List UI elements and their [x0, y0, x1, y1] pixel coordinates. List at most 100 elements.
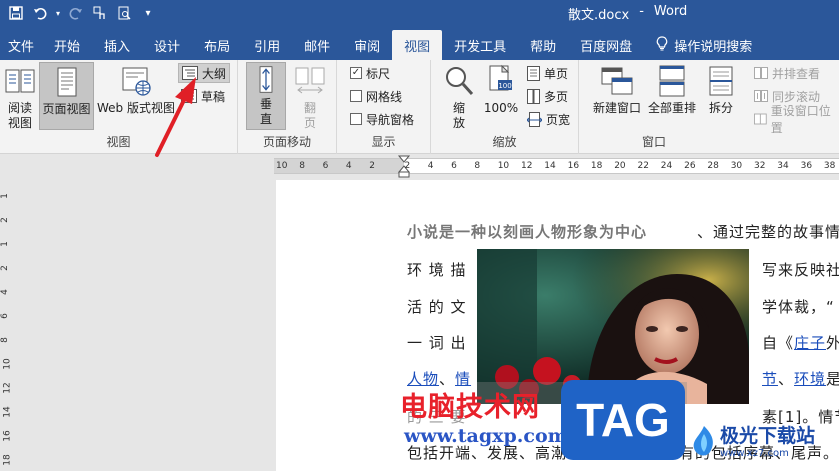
gridlines-check-box: [350, 90, 362, 102]
ruler-tick-label: 20: [614, 161, 626, 171]
ruler-tick-label: 12: [521, 161, 533, 171]
jiguang-name: 极光下载站: [720, 425, 816, 447]
doc-line-5-right: 节、环境是: [762, 368, 839, 389]
ruler-tick-label: 8: [299, 161, 306, 171]
new-window-button[interactable]: 新建窗口: [591, 62, 643, 118]
undo-dropdown-icon[interactable]: ▾: [54, 3, 62, 23]
vertical-ruler-tick-label: 1: [0, 241, 10, 247]
tab-review[interactable]: 审阅: [342, 30, 392, 60]
tab-developer[interactable]: 开发工具: [442, 30, 518, 60]
ribbon: 阅读 视图 页面视图 Web 版式视图 大纲 草稿 视图 垂 直 翻 页 页面移…: [0, 60, 839, 154]
jiguang-url: www.xz7.com: [720, 448, 789, 459]
zhuangzi-link[interactable]: 庄子: [794, 334, 826, 352]
vertical-ruler-tick-label: 18: [2, 454, 13, 466]
show-group: ✓ 标尺 网格线 导航窗格 显示: [337, 60, 431, 154]
tab-help[interactable]: 帮助: [518, 30, 568, 60]
jiguang-watermark: 极光下载站 www.xz7.com: [690, 418, 835, 468]
zoom-100-icon: 100: [489, 64, 512, 91]
arrange-all-button[interactable]: 全部重排: [646, 62, 698, 118]
draft-button[interactable]: 草稿: [178, 86, 228, 106]
zoom-100-button[interactable]: 100 100%: [481, 62, 521, 118]
jiguang-logo-icon: [693, 426, 713, 456]
one-page-icon: [527, 65, 540, 81]
huanjing-link[interactable]: 环境: [794, 370, 826, 388]
lightbulb-icon: [656, 35, 668, 55]
touch-mode-icon[interactable]: [90, 3, 110, 23]
vertical-ruler-tick-label: 12: [2, 382, 13, 394]
ruler-tick-label: 32: [754, 161, 766, 171]
outline-button[interactable]: 大纲: [178, 63, 230, 83]
read-mode-label-2: 视图: [7, 116, 32, 130]
ruler-check-mark: ✓: [350, 67, 362, 79]
vertical-button[interactable]: 垂 直: [246, 62, 286, 130]
vertical-ruler-tick-label: 6: [0, 313, 10, 319]
reset-window-position-button[interactable]: 重设窗口位置: [751, 104, 839, 135]
tab-mailings[interactable]: 邮件: [292, 30, 342, 60]
page-width-button[interactable]: 页宽: [524, 109, 573, 129]
vertical-ruler-tick-label: 8: [0, 337, 10, 343]
tab-design[interactable]: 设计: [142, 30, 192, 60]
web-layout-label: Web 版式视图: [97, 101, 175, 115]
zoom-label-1: 缩: [452, 101, 465, 115]
tab-references[interactable]: 引用: [242, 30, 292, 60]
view-side-by-side-button[interactable]: 并排查看: [751, 63, 823, 83]
vertical-ruler-tick-label: 4: [0, 289, 10, 295]
one-page-label: 单页: [544, 66, 569, 81]
doc-line-2-right: 写来反映社: [762, 261, 839, 279]
ruler-tick-label: 6: [451, 161, 457, 171]
split-button[interactable]: 拆分: [701, 62, 741, 118]
multiple-pages-button[interactable]: 多页: [524, 86, 571, 106]
outline-icon: [182, 66, 198, 80]
draft-label: 草稿: [201, 89, 226, 104]
vertical-ruler-tick-label: 1: [0, 193, 10, 199]
web-layout-icon: [122, 67, 151, 96]
print-layout-button[interactable]: 页面视图: [39, 62, 94, 130]
vertical-ruler[interactable]: 1 2 1 2 4 6 8 10 12 14 16 18: [0, 177, 16, 471]
ribbon-tabs: 文件 开始 插入 设计 布局 引用 邮件 审阅 视图 开发工具 帮助 百度网盘 …: [0, 26, 839, 60]
reset-position-label: 重设窗口位置: [770, 104, 831, 135]
vertical-scroll-icon: [259, 66, 273, 93]
gridlines-checkbox[interactable]: 网格线: [347, 86, 405, 106]
undo-icon[interactable]: [30, 3, 50, 23]
print-preview-icon[interactable]: [114, 3, 134, 23]
read-mode-label-1: 阅读: [7, 101, 32, 115]
tell-me-search[interactable]: 操作说明搜索: [644, 30, 764, 60]
side-by-side-label: 并排查看: [772, 66, 821, 81]
navigation-pane-checkbox[interactable]: 导航窗格: [347, 109, 417, 129]
multiple-pages-icon: [527, 88, 540, 104]
ruler-tick-label: 28: [707, 161, 719, 171]
doc-line-4-left: 一 词 出: [407, 334, 467, 352]
jie-link[interactable]: 节: [762, 370, 778, 388]
window-title: 散文.docx - Word: [568, 4, 687, 23]
zoom-label-2: 放: [452, 116, 465, 130]
vertical-label-2: 直: [259, 112, 272, 126]
save-icon[interactable]: [6, 3, 26, 23]
tab-home[interactable]: 开始: [42, 30, 92, 60]
zoom-button[interactable]: 缩 放: [439, 62, 479, 133]
arrange-all-label: 全部重排: [648, 101, 697, 115]
window-group-label: 窗口: [641, 135, 666, 149]
doc-line-5-right-rest: 是: [826, 370, 839, 388]
tab-layout[interactable]: 布局: [192, 30, 242, 60]
tab-view[interactable]: 视图: [392, 30, 443, 60]
horizontal-ruler[interactable]: 10 8 6 4 2 2 4 6 8 10 12 14 16 18 20 22 24 26 28 30 32 34 36 38: [0, 155, 839, 178]
ruler-tick-label: 34: [777, 161, 789, 171]
read-mode-button[interactable]: 阅读 视图: [2, 62, 38, 133]
side-to-side-label-2: 页: [303, 116, 316, 130]
tab-baidu-netdisk[interactable]: 百度网盘: [568, 30, 644, 60]
customize-qat-icon[interactable]: ▾: [138, 3, 158, 23]
split-icon: [709, 66, 733, 96]
ruler-tick-label: 10: [497, 161, 510, 171]
redo-icon[interactable]: [66, 3, 86, 23]
tab-insert[interactable]: 插入: [92, 30, 142, 60]
one-page-button[interactable]: 单页: [524, 63, 571, 83]
tab-file[interactable]: 文件: [0, 30, 42, 60]
views-group: 阅读 视图 页面视图 Web 版式视图 大纲 草稿 视图: [0, 60, 238, 154]
ruler-checkbox[interactable]: ✓ 标尺: [347, 63, 393, 83]
vertical-ruler-tick-label: 14: [2, 406, 13, 418]
web-layout-button[interactable]: Web 版式视图: [95, 62, 177, 118]
doc-line-4-right: 自《庄子外: [762, 332, 839, 353]
page-width-label: 页宽: [546, 112, 571, 127]
side-to-side-button[interactable]: 翻 页: [290, 62, 330, 133]
ruler-tick-label: 14: [544, 161, 556, 171]
